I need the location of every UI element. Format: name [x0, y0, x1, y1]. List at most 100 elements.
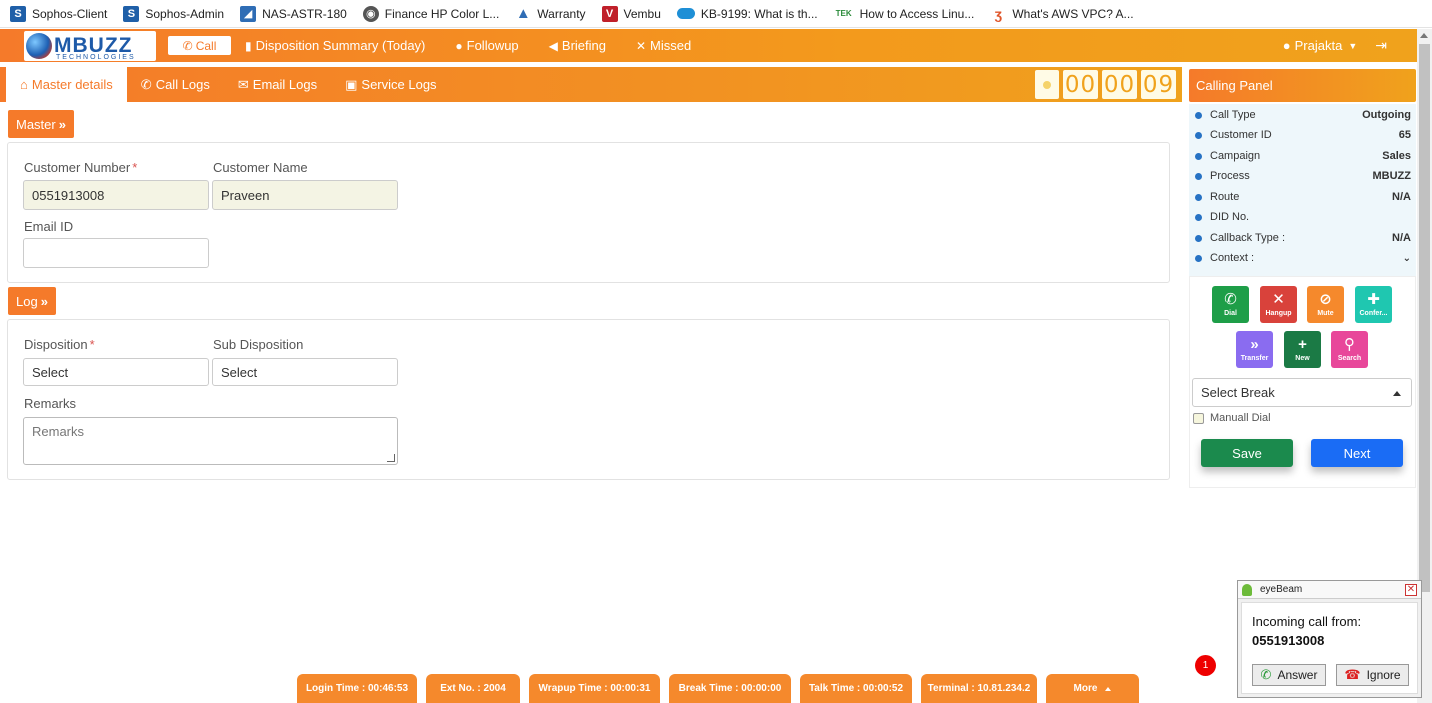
- logout-icon[interactable]: ⇥: [1375, 37, 1387, 54]
- resize-handle-icon[interactable]: [387, 454, 395, 462]
- bookmark-warranty[interactable]: ▲ Warranty: [515, 5, 586, 22]
- talk-time-badge: Talk Time : 00:00:52: [800, 674, 912, 703]
- notification-badge[interactable]: 1: [1195, 655, 1216, 676]
- bullet-icon: [1195, 213, 1202, 221]
- nav-label: Missed: [650, 38, 692, 53]
- nav-followup[interactable]: ● Followup: [455, 38, 518, 53]
- terminal-badge: Terminal : 10.81.234.2: [921, 674, 1037, 703]
- bookmark-label: What's AWS VPC? A...: [1012, 6, 1134, 21]
- call-info-row: Campaign Sales: [1189, 146, 1416, 166]
- incoming-number: 0551913008: [1252, 633, 1325, 648]
- chevron-down-icon[interactable]: ⌄: [1403, 253, 1411, 264]
- user-menu[interactable]: ● Prajakta ▼ ⇥: [1283, 37, 1387, 54]
- timer-hours: 00: [1063, 70, 1098, 99]
- user-name: Prajakta: [1294, 38, 1343, 53]
- dial-button[interactable]: ✆ Dial: [1212, 286, 1249, 323]
- mbuzz-logo[interactable]: MBUZZ TECHNOLOGIES: [24, 30, 156, 61]
- call-info-row: Callback Type : N/A: [1189, 228, 1416, 248]
- manual-dial-option[interactable]: Manuall Dial: [1193, 412, 1271, 424]
- call-info-row: Route N/A: [1189, 187, 1416, 207]
- required-mark: *: [89, 337, 95, 352]
- sub-disposition-select[interactable]: Select: [212, 358, 398, 386]
- tab-service-logs[interactable]: ▣ Service Logs: [331, 67, 450, 102]
- bookmark-label: Vembu: [623, 6, 661, 21]
- bookmark-sophos-client[interactable]: S Sophos-Client: [10, 5, 107, 22]
- tab-call-logs[interactable]: ✆ Call Logs: [127, 67, 224, 102]
- nav-disposition-summary[interactable]: ▮ Disposition Summary (Today): [245, 38, 425, 53]
- manual-dial-checkbox[interactable]: [1193, 412, 1204, 424]
- logo-text: MBUZZ: [54, 33, 133, 57]
- mute-icon: ⊘: [1319, 291, 1332, 308]
- timer-minutes: 00: [1102, 70, 1137, 99]
- save-button[interactable]: Save: [1201, 439, 1293, 467]
- tab-email-logs[interactable]: ✉ Email Logs: [224, 67, 331, 102]
- call-info-label: Call Type: [1210, 109, 1256, 121]
- call-info-label: Callback Type :: [1210, 232, 1286, 244]
- log-section-toggle[interactable]: Log »: [8, 287, 56, 315]
- transfer-button[interactable]: » Transfer: [1236, 331, 1273, 368]
- required-mark: *: [132, 160, 138, 175]
- action-label: New: [1295, 355, 1310, 362]
- eyebeam-body: Incoming call from: 0551913008 ✆ Answer …: [1241, 602, 1418, 694]
- sub-disposition-label: Sub Disposition: [213, 337, 304, 352]
- tab-label: Master details: [31, 77, 113, 92]
- customer-number-field[interactable]: 0551913008: [23, 180, 209, 210]
- call-info-row: Call Type Outgoing: [1189, 105, 1416, 125]
- scroll-up-icon[interactable]: [1420, 33, 1428, 38]
- chevron-down-icon: ▼: [1348, 40, 1358, 51]
- call-info-label: Process: [1210, 170, 1250, 182]
- customer-number-label: Customer Number *: [24, 160, 137, 175]
- ignore-button[interactable]: ☎ Ignore: [1336, 664, 1409, 686]
- answer-button[interactable]: ✆ Answer: [1252, 664, 1326, 686]
- tab-master-details[interactable]: ⌂ Master details: [6, 67, 127, 102]
- call-info-value: Outgoing: [1362, 109, 1411, 121]
- label-text: Disposition: [24, 337, 88, 352]
- warranty-icon: ▲: [515, 5, 531, 22]
- mute-button[interactable]: ⊘ Mute: [1307, 286, 1344, 323]
- call-info-row: Process MBUZZ: [1189, 166, 1416, 186]
- bookmark-label: KB-9199: What is th...: [700, 6, 818, 21]
- conference-button[interactable]: ✚ Confer...: [1355, 286, 1392, 323]
- scrollbar-thumb[interactable]: [1419, 44, 1430, 592]
- bookmark-linux[interactable]: TEK How to Access Linu...: [834, 6, 975, 22]
- customer-name-field[interactable]: Praveen: [212, 180, 398, 210]
- call-info-label: Context :: [1210, 252, 1255, 264]
- email-id-field[interactable]: [23, 238, 209, 268]
- ext-no-badge: Ext No. : 2004: [426, 674, 520, 703]
- nas-icon: ◢: [240, 5, 257, 22]
- bullet-icon: [1195, 234, 1202, 242]
- more-button[interactable]: More: [1046, 674, 1139, 703]
- bookmark-sophos-admin[interactable]: S Sophos-Admin: [123, 5, 224, 22]
- tek-icon: TEK: [835, 9, 852, 18]
- bullet-icon: [1195, 111, 1202, 119]
- bookmark-finance-hp[interactable]: ◉ Finance HP Color L...: [362, 5, 499, 22]
- bookmark-vembu[interactable]: V Vembu: [601, 5, 661, 22]
- timer-status-icon: [1035, 70, 1059, 99]
- section-label: Log: [16, 293, 38, 309]
- remarks-textarea[interactable]: Remarks: [23, 417, 398, 465]
- bullet-icon: [1195, 254, 1202, 262]
- call-button[interactable]: ✆ Call: [168, 36, 231, 55]
- sophos-icon: S: [10, 5, 26, 22]
- master-section-toggle[interactable]: Master »: [8, 110, 74, 138]
- double-chevron-right-icon: »: [58, 116, 66, 132]
- call-info-label: Campaign: [1210, 150, 1261, 162]
- disposition-select[interactable]: Select: [23, 358, 209, 386]
- select-break-dropdown[interactable]: Select Break: [1192, 378, 1412, 407]
- hangup-button[interactable]: ✕ Hangup: [1260, 286, 1297, 323]
- next-button[interactable]: Next: [1311, 439, 1403, 467]
- nav-briefing[interactable]: ◀ Briefing: [549, 38, 606, 53]
- login-time-badge: Login Time : 00:46:53: [297, 674, 417, 703]
- bookmark-aws-vpc[interactable]: ʒ What's AWS VPC? A...: [990, 6, 1134, 22]
- nav-missed[interactable]: ✕ Missed: [636, 38, 691, 53]
- home-icon: ⌂: [20, 77, 28, 92]
- context-row[interactable]: Context : ⌄: [1189, 248, 1416, 268]
- phone-icon: ✆: [182, 38, 193, 53]
- bookmark-nas[interactable]: ◢ NAS-ASTR-180: [240, 5, 347, 22]
- search-button[interactable]: ⚲ Search: [1331, 331, 1368, 368]
- bullet-icon: [1195, 193, 1202, 201]
- new-button[interactable]: + New: [1284, 331, 1321, 368]
- close-icon[interactable]: ✕: [1405, 584, 1417, 596]
- envelope-icon: ✉: [237, 76, 249, 92]
- bookmark-kb-9199[interactable]: KB-9199: What is th...: [676, 6, 818, 21]
